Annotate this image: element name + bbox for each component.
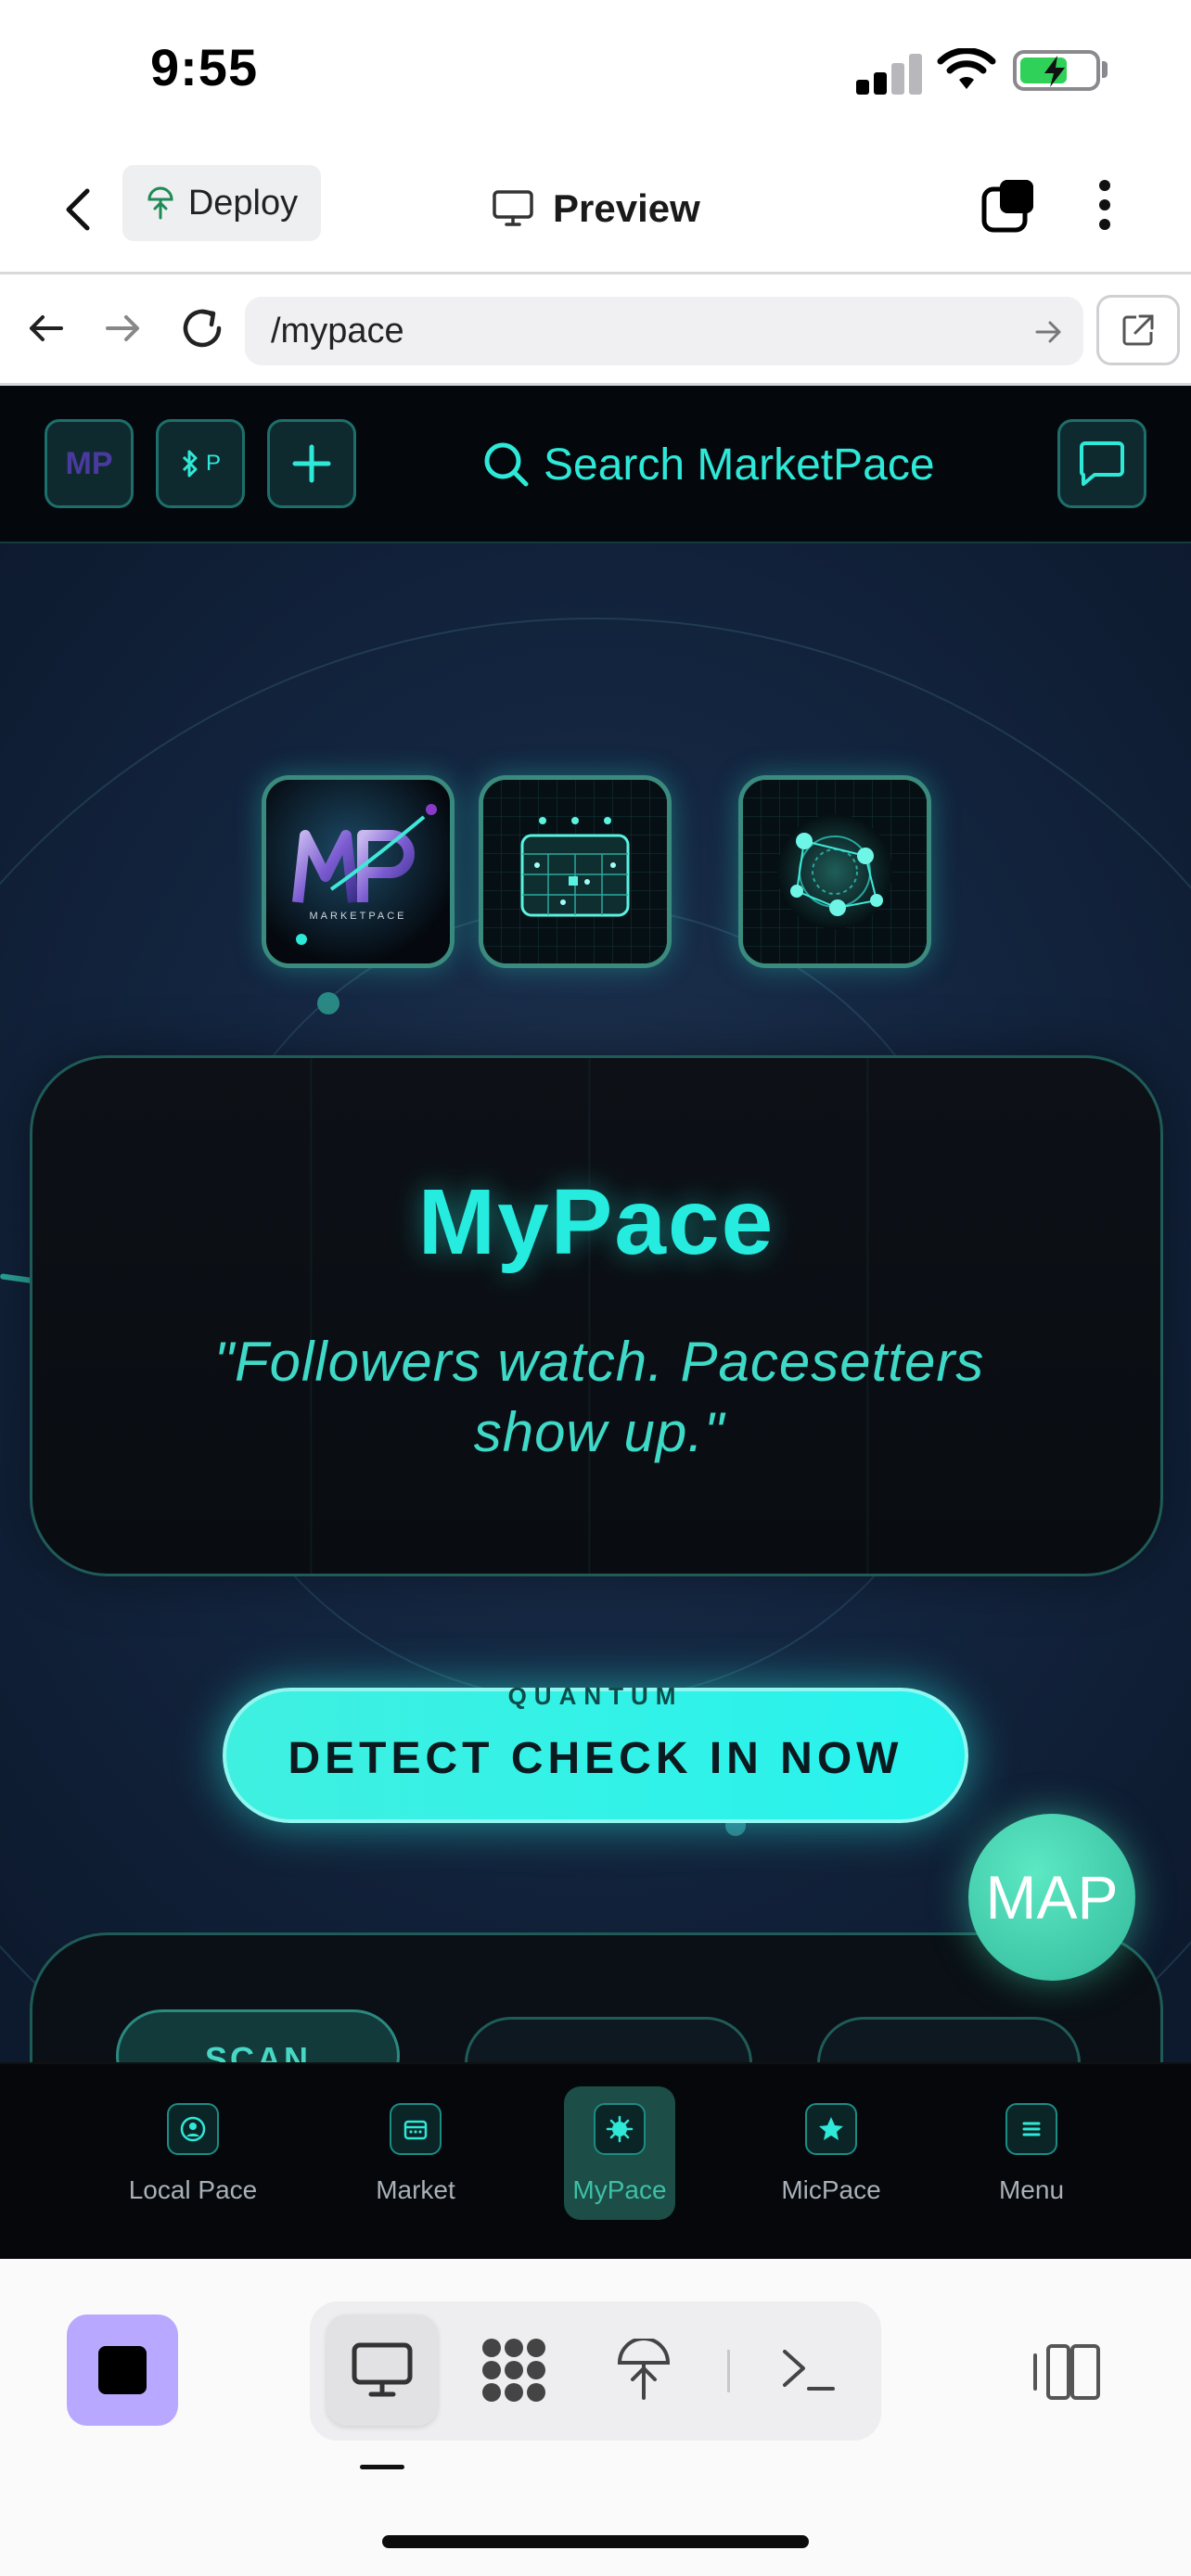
monitor-icon (352, 2342, 413, 2397)
tab-label: Market (376, 2175, 455, 2204)
tab-micpace[interactable]: MicPace (775, 2086, 887, 2220)
arrow-right-icon (106, 315, 139, 341)
arrow-left-icon (30, 315, 63, 341)
marketpace-logo-caption: MARKETPACE (310, 911, 407, 922)
tab-label: MyPace (572, 2175, 667, 2204)
preview-title: Preview (492, 176, 700, 241)
deploy-view-button[interactable] (588, 2315, 699, 2426)
hero-grid (32, 1058, 1160, 1574)
calendar-grid-icon (483, 780, 667, 963)
console-view-button[interactable] (753, 2315, 864, 2426)
mp-logo-text: MP (65, 445, 113, 481)
back-button[interactable] (56, 182, 102, 237)
url-input[interactable]: /mypace (245, 297, 1083, 365)
search-bar[interactable]: Search MarketPace (482, 432, 935, 497)
tab-menu[interactable]: Menu (976, 2086, 1087, 2220)
deploy-label: Deploy (187, 183, 299, 223)
battery-tip (1102, 61, 1108, 78)
network-radar-icon (743, 780, 927, 963)
bluetooth-icon (182, 450, 198, 478)
open-external-button[interactable] (1096, 295, 1180, 365)
marketpace-logo-icon: MARKETPACE (266, 780, 450, 963)
home-indicator (382, 2535, 809, 2548)
tabs-button[interactable] (980, 176, 1039, 236)
app-header: Deploy Preview (0, 139, 1191, 274)
map-label: MAP (985, 1863, 1119, 1932)
agents-view-button[interactable] (458, 2315, 570, 2426)
tab-market[interactable]: Market (360, 2086, 471, 2220)
divider (727, 2350, 730, 2392)
go-button[interactable] (1031, 315, 1065, 349)
tab-label: MicPace (781, 2175, 881, 2204)
network-tile[interactable] (738, 775, 931, 968)
bluetooth-badge: P (205, 451, 221, 476)
windows-icon (981, 180, 1033, 233)
deploy-button[interactable]: Deploy (122, 165, 321, 241)
tab-mypace[interactable]: MyPace (564, 2086, 675, 2220)
battery-icon (1013, 50, 1100, 91)
plus-icon (292, 444, 331, 483)
monitor-icon (493, 190, 533, 226)
detect-check-in-cta[interactable]: DETECT CHECK IN NOW QUANTUM (223, 1682, 968, 1823)
messages-button[interactable] (1057, 419, 1146, 508)
reload-icon (183, 309, 222, 348)
bluetooth-button[interactable]: P (156, 419, 245, 508)
chevron-left-icon (66, 188, 90, 231)
active-view-indicator (360, 2465, 404, 2469)
preview-label: Preview (553, 186, 700, 230)
calendar-tile[interactable] (479, 775, 672, 968)
status-time: 9:55 (150, 38, 259, 96)
stop-button[interactable] (67, 2315, 178, 2426)
cellular-signal-icon (856, 52, 922, 95)
browser-bar: /mypace (0, 274, 1191, 386)
menu-icon (1005, 2103, 1057, 2155)
hero-card: MyPace "Followers watch. Pacesetters sho… (30, 1055, 1163, 1576)
hero-quote: "Followers watch. Pacesetters show up." (213, 1331, 985, 1463)
mp-logo-button[interactable]: MP (45, 419, 134, 508)
view-switcher (310, 2302, 881, 2441)
status-bar: 9:55 (0, 0, 1191, 139)
chat-icon (1079, 441, 1124, 486)
cta-overline: QUANTUM (507, 1682, 684, 1710)
tab-label: Menu (998, 2175, 1065, 2204)
search-placeholder: Search MarketPace (544, 440, 935, 490)
bottom-tab-bar: Local Pace Market MyPace MicPace Menu (0, 2062, 1191, 2259)
map-button[interactable]: MAP (968, 1814, 1135, 1981)
nodes-cluster-icon (482, 2339, 545, 2402)
external-link-icon (1122, 314, 1154, 346)
app-viewport: MP P Search MarketPace MARKETPACE MyPace… (0, 386, 1191, 2259)
spark-icon (594, 2103, 646, 2155)
stop-icon (98, 2346, 147, 2394)
star-icon (805, 2103, 857, 2155)
search-icon (484, 442, 529, 487)
more-options-button[interactable] (1091, 172, 1119, 237)
deploy-icon (147, 186, 173, 220)
tab-label: Local Pace (128, 2175, 258, 2204)
split-view-icon (1033, 2344, 1100, 2400)
tab-local-pace[interactable]: Local Pace (129, 2086, 257, 2220)
store-icon (390, 2103, 442, 2155)
marketpace-logo-tile[interactable]: MARKETPACE (262, 775, 455, 968)
add-button[interactable] (267, 419, 356, 508)
app-top-nav: MP P Search MarketPace (0, 386, 1191, 543)
preview-view-button[interactable] (327, 2315, 438, 2426)
browser-back-button[interactable] (24, 306, 69, 351)
arrow-right-icon (1035, 321, 1061, 343)
editor-toolbar (0, 2259, 1191, 2576)
deploy-icon (617, 2339, 671, 2400)
reload-button[interactable] (176, 302, 228, 354)
url-text: /mypace (271, 311, 404, 351)
more-vertical-icon (1099, 180, 1110, 230)
cta-label: DETECT CHECK IN NOW (288, 1733, 903, 1783)
layout-toggle-button[interactable] (1030, 2339, 1104, 2405)
orbit-dot (317, 992, 339, 1014)
wifi-icon (937, 47, 996, 97)
person-circle-icon (167, 2103, 219, 2155)
hero-title: MyPace (417, 1170, 775, 1274)
browser-forward-button[interactable] (100, 306, 145, 351)
terminal-icon (783, 2350, 835, 2391)
